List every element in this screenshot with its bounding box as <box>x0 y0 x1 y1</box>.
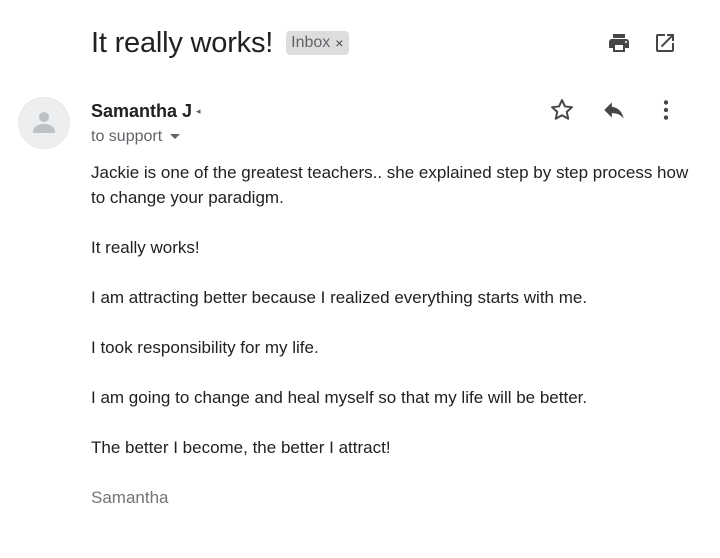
label-chip-text: Inbox <box>291 34 331 51</box>
signature: Samantha <box>91 488 169 507</box>
email-header: It really works! Inbox × <box>91 22 350 64</box>
recipient-details-toggle[interactable]: to support <box>91 126 181 148</box>
body-paragraph: Jackie is one of the greatest teachers..… <box>91 163 689 207</box>
body-paragraph: I took responsibility for my life. <box>91 338 319 357</box>
chevron-down-icon <box>170 134 181 140</box>
more-vertical-icon <box>663 100 669 120</box>
default-avatar-icon <box>33 112 55 133</box>
inbox-label-chip[interactable]: Inbox × <box>286 31 350 55</box>
sender-name[interactable]: Samantha J <box>91 101 192 122</box>
reply-button[interactable] <box>600 96 628 124</box>
print-button[interactable] <box>606 30 632 56</box>
open-in-new-window-icon <box>656 34 674 52</box>
email-subject: It really works! <box>91 26 274 59</box>
body-paragraph: I am attracting better because I realize… <box>91 288 588 307</box>
body-paragraph: It really works! <box>91 238 200 257</box>
message-body: Jackie is one of the greatest teachers..… <box>91 160 691 535</box>
reply-icon <box>604 102 624 119</box>
avatar[interactable] <box>18 97 70 149</box>
star-button[interactable] <box>548 96 576 124</box>
star-icon <box>551 99 573 120</box>
recipient-text: to support <box>91 128 163 145</box>
body-paragraph: I am going to change and heal myself so … <box>91 388 588 407</box>
caret-left-icon: ◂ <box>196 105 201 116</box>
print-icon <box>609 34 629 52</box>
sender-line: Samantha J ◂ <box>91 99 201 123</box>
open-in-new-window-button[interactable] <box>652 30 678 56</box>
more-options-button[interactable] <box>652 96 680 124</box>
remove-label-button[interactable]: × <box>335 35 343 51</box>
body-paragraph: The better I become, the better I attrac… <box>91 438 391 457</box>
